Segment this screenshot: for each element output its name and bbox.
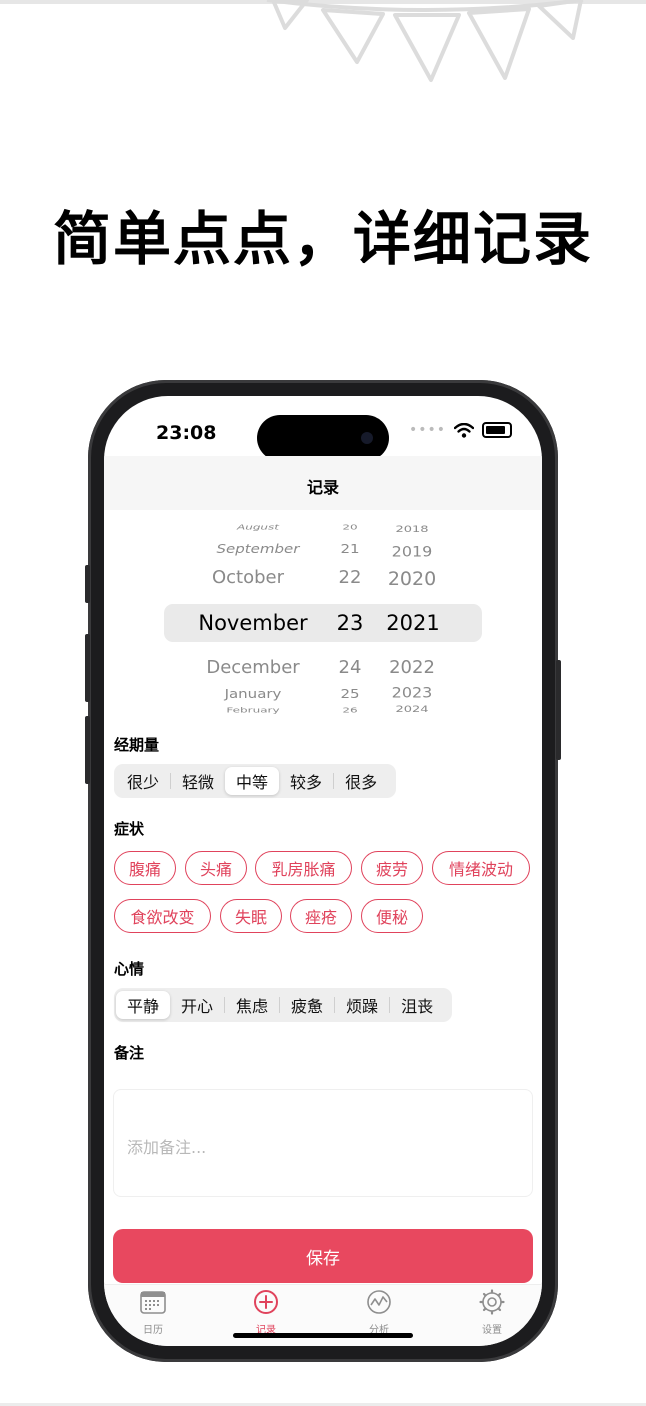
save-button[interactable]: 保存 [113,1229,533,1283]
flow-option[interactable]: 很多 [334,767,388,795]
wifi-icon [454,422,474,438]
symptom-chip[interactable]: 食欲改变 [114,899,211,933]
picker-day-option[interactable]: 20 [337,523,363,531]
dynamic-island [257,415,389,461]
battery-icon [482,422,512,438]
headline: 简单点点，详细记录 [52,205,593,273]
flow-option[interactable]: 较多 [279,767,333,795]
phone-side-button [556,660,561,760]
gear-icon [479,1289,505,1315]
note-placeholder: 添加备注... [127,1138,207,1157]
bunting-decoration [266,0,584,82]
date-picker[interactable]: August September October November Decemb… [104,523,542,714]
flow-option[interactable]: 轻微 [171,767,225,795]
picker-month-option[interactable]: September [198,541,318,556]
symptom-chip[interactable]: 情绪波动 [432,851,530,885]
mood-option[interactable]: 焦虑 [225,991,279,1019]
picker-year-option[interactable]: 2019 [386,543,438,560]
flow-segmented-control: 很少 轻微 中等 较多 很多 [114,764,396,798]
symptom-chip[interactable]: 痤疮 [290,899,352,933]
plus-circle-icon [254,1290,278,1314]
picker-month-selected[interactable]: November [188,611,318,635]
phone-screen: 23:08 •••• 记录 August September October N… [104,396,542,1346]
cellular-dots-icon: •••• [408,422,446,438]
symptom-chip[interactable]: 头痛 [185,851,247,885]
picker-month-option[interactable]: October [188,567,308,588]
symptom-chip[interactable]: 乳房胀痛 [255,851,352,885]
picker-month-option[interactable]: February [188,706,318,714]
tab-settings[interactable]: 设置 [452,1289,532,1336]
mood-option[interactable]: 开心 [170,991,224,1019]
picker-month-option[interactable]: December [188,657,318,678]
picker-year-selected[interactable]: 2021 [382,611,444,635]
flow-option[interactable]: 很少 [116,767,170,795]
flow-label: 经期量 [114,736,160,754]
symptoms-label: 症状 [114,820,145,838]
phone-side-button [85,634,90,702]
debug-ribbon [514,396,542,433]
picker-month-option[interactable]: January [188,686,318,701]
tab-label: 日历 [143,1325,163,1336]
phone-frame: 23:08 •••• 记录 August September October N… [85,380,561,1362]
tab-record[interactable]: 记录 [226,1289,306,1336]
nav-title: 记录 [306,478,339,497]
flow-option-selected[interactable]: 中等 [225,767,280,795]
symptom-chip[interactable]: 疲劳 [361,851,423,885]
note-textarea[interactable]: 添加备注... [113,1089,533,1197]
picker-year-option[interactable]: 2023 [386,684,438,701]
tab-calendar[interactable]: 日历 [113,1289,193,1336]
picker-day-option[interactable]: 21 [337,541,363,556]
home-indicator [233,1333,413,1338]
picker-year-option[interactable]: 2020 [384,568,440,590]
picker-month-option[interactable]: August [198,523,318,531]
mood-option[interactable]: 烦躁 [335,991,389,1019]
status-icons: •••• [409,422,512,438]
phone-side-button [85,565,90,603]
picker-day-option[interactable]: 22 [335,567,365,588]
calendar-icon [140,1291,166,1314]
picker-year-option[interactable]: 2024 [388,705,436,715]
mood-option[interactable]: 疲惫 [280,991,334,1019]
symptom-chip[interactable]: 便秘 [361,899,423,933]
picker-day-option[interactable]: 25 [337,686,363,701]
tab-label: 设置 [482,1325,502,1336]
mood-option-selected[interactable]: 平静 [116,991,171,1019]
symptoms-chip-group: 腹痛 头痛 乳房胀痛 疲劳 情绪波动 食欲改变 失眠 痤疮 便秘 [114,851,534,941]
symptom-chip[interactable]: 腹痛 [114,851,176,885]
picker-day-selected[interactable]: 23 [333,611,367,635]
picker-year-option[interactable]: 2022 [384,657,440,678]
chart-icon [367,1290,391,1314]
picker-year-option[interactable]: 2018 [388,525,436,535]
mood-label: 心情 [114,960,145,978]
nav-bar: 记录 [104,456,542,510]
picker-day-option[interactable]: 26 [337,706,363,714]
picker-day-option[interactable]: 24 [335,657,365,678]
status-time: 23:08 [156,422,217,444]
note-label: 备注 [114,1044,145,1062]
phone-side-button [85,716,90,784]
mood-segmented-control: 平静 开心 焦虑 疲惫 烦躁 沮丧 [114,988,452,1022]
camera-icon [361,432,373,444]
symptom-chip[interactable]: 失眠 [220,899,282,933]
mood-option[interactable]: 沮丧 [390,991,444,1019]
tab-analysis[interactable]: 分析 [339,1289,419,1336]
